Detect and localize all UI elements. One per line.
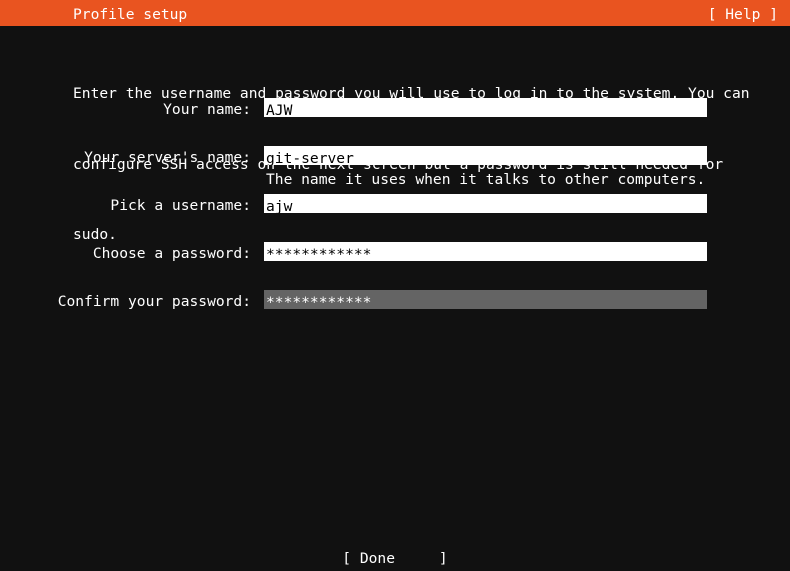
- field-row-server-name: Your server's name: git-server: [0, 146, 790, 166]
- input-your-name[interactable]: AJW: [264, 98, 707, 117]
- installer-content: Enter the username and password you will…: [0, 26, 790, 569]
- input-username-value: ajw: [266, 198, 293, 213]
- text-cursor: [371, 300, 379, 310]
- help-button[interactable]: [ Help ]: [708, 3, 778, 27]
- field-row-confirm-password: Confirm your password: ************: [0, 290, 790, 310]
- input-username[interactable]: ajw: [264, 194, 707, 213]
- field-row-password: Choose a password: ************: [0, 242, 790, 262]
- field-row-username: Pick a username: ajw: [0, 194, 790, 214]
- label-your-name: Your name:: [163, 101, 251, 118]
- field-row-your-name: Your name: AJW: [0, 98, 790, 118]
- input-password-value: ************: [266, 246, 372, 261]
- input-server-name-value: git-server: [266, 150, 354, 165]
- input-password[interactable]: ************: [264, 242, 707, 261]
- input-your-name-value: AJW: [266, 102, 293, 117]
- input-confirm-password-value: ************: [266, 291, 379, 309]
- input-server-name[interactable]: git-server: [264, 146, 707, 165]
- title-bar: Profile setup [ Help ]: [0, 0, 790, 26]
- input-confirm-password[interactable]: ************: [264, 290, 707, 309]
- hint-server-name: The name it uses when it talks to other …: [266, 171, 706, 188]
- label-confirm-password: Confirm your password:: [57, 293, 251, 310]
- label-server-name: Your server's name:: [84, 149, 251, 166]
- label-password: Choose a password:: [92, 245, 251, 262]
- input-confirm-password-text: ************: [266, 294, 372, 309]
- label-username: Pick a username:: [110, 197, 251, 214]
- page-title: Profile setup: [73, 6, 188, 23]
- done-button[interactable]: [ Done ]: [0, 547, 790, 571]
